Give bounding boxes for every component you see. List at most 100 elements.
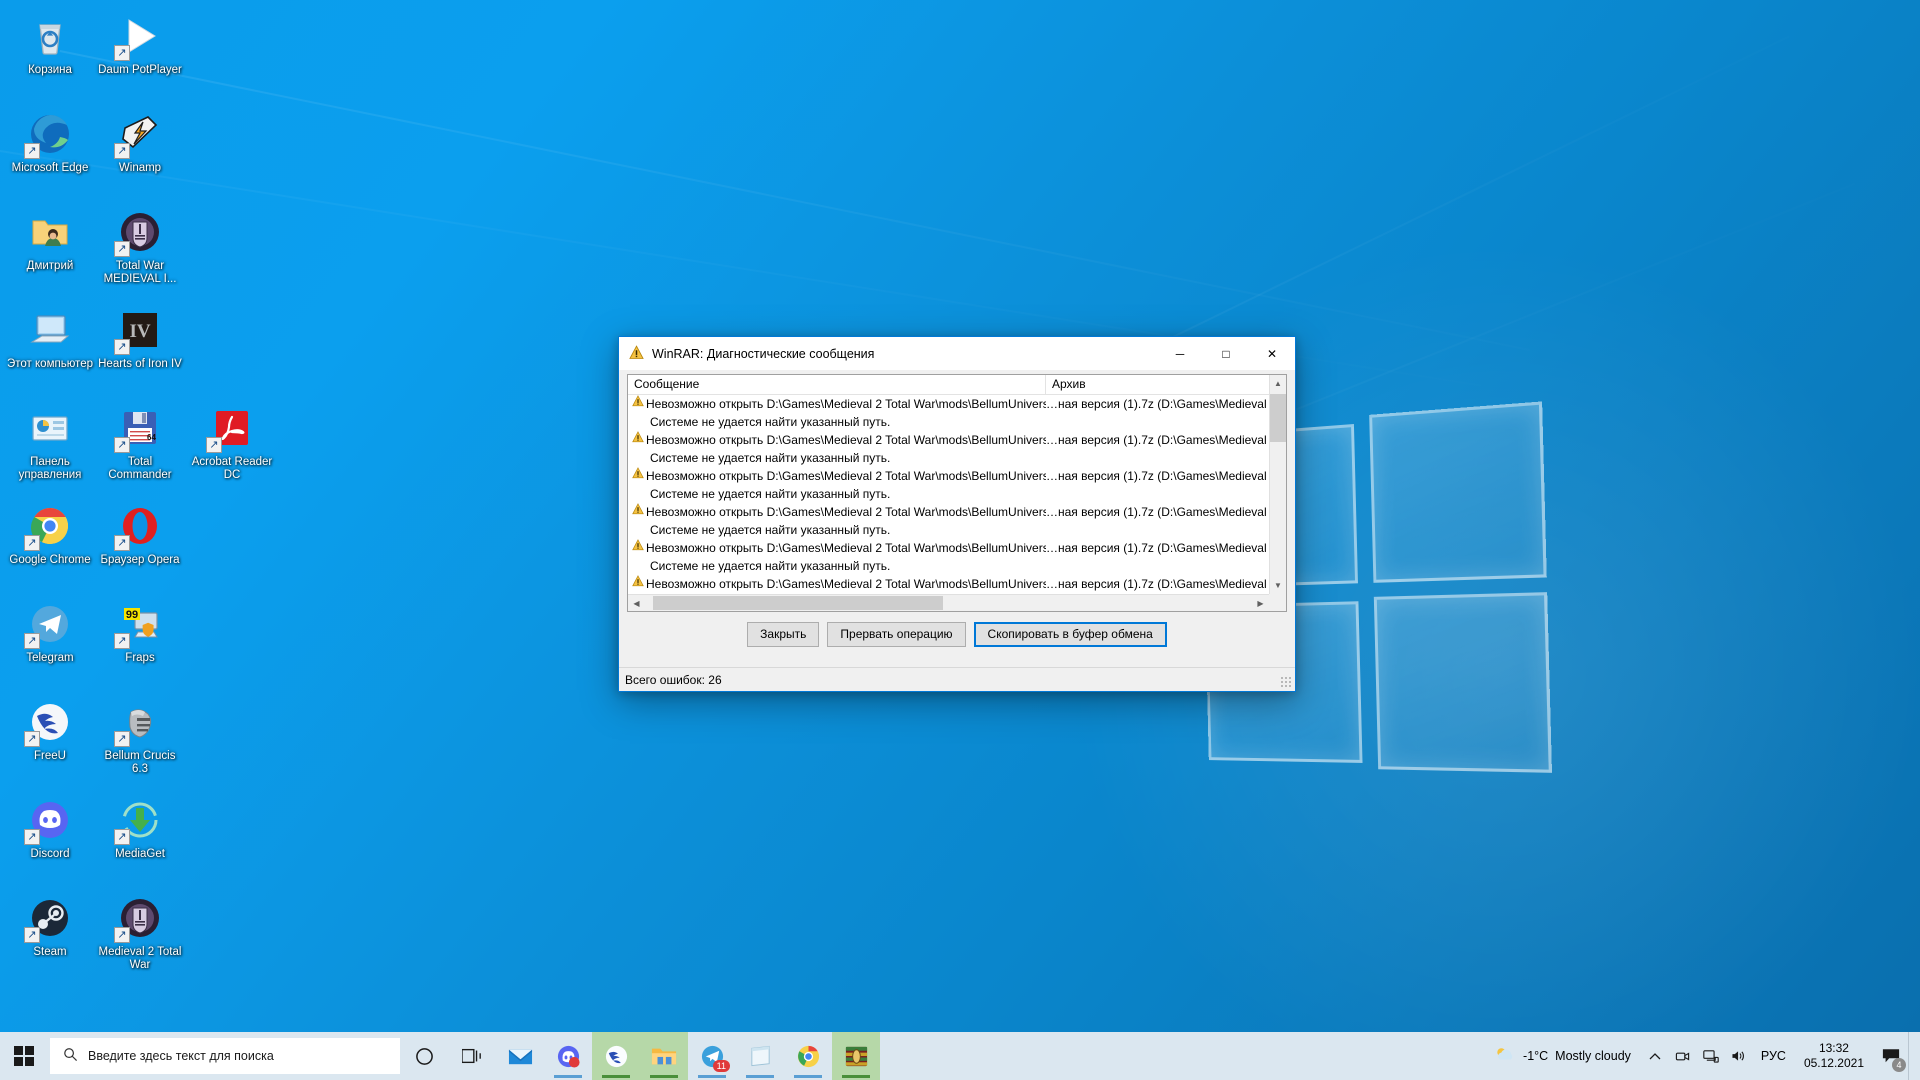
desktop-icon-hearts-of-iron-iv[interactable]: IV ↗ Hearts of Iron IV [96, 300, 184, 398]
scroll-right-icon[interactable]: ▶ [1252, 595, 1269, 611]
error-row[interactable]: Невозможно открыть D:\Games\Medieval 2 T… [628, 395, 1269, 431]
taskbar-search-box[interactable]: Введите здесь текст для поиска [50, 1038, 400, 1074]
desktop-icon-discord[interactable]: ↗ Discord [6, 790, 94, 888]
desktop-icon-telegram[interactable]: ↗ Telegram [6, 594, 94, 692]
vertical-scrollbar[interactable]: ▲ ▼ [1269, 375, 1286, 594]
telegram-badge: 11 [712, 1060, 730, 1072]
desktop-icon-total-commander[interactable]: 64 ↗ Total Commander [96, 398, 184, 496]
taskbar-notepad-icon[interactable] [736, 1032, 784, 1080]
vertical-scroll-track[interactable] [1270, 392, 1286, 577]
cortana-icon[interactable] [400, 1032, 448, 1080]
taskbar-file-explorer-icon[interactable] [640, 1032, 688, 1080]
horizontal-scroll-thumb[interactable] [653, 596, 943, 610]
desktop-icon-label: Discord [30, 848, 70, 860]
freeu-icon: ↗ [24, 698, 74, 747]
weather-widget[interactable]: -1°C Mostly cloudy [1484, 1032, 1641, 1080]
desktop-icon-user-folder[interactable]: Дмитрий [6, 202, 94, 300]
camera-privacy-icon[interactable] [1669, 1032, 1697, 1080]
start-button[interactable] [0, 1032, 48, 1080]
clock-widget[interactable]: 13:32 05.12.2021 [1794, 1032, 1874, 1080]
desktop-icon-medieval-2-total-war[interactable]: ↗ Medieval 2 Total War [96, 888, 184, 986]
desktop[interactable]: Корзина ↗ Daum PotPlayer ↗ Microsoft Edg… [0, 0, 1920, 1080]
scroll-up-icon[interactable]: ▲ [1270, 375, 1286, 392]
fraps-icon: 99 ↗ [114, 600, 164, 649]
shortcut-overlay-icon: ↗ [114, 535, 130, 551]
taskbar-discord-icon[interactable] [544, 1032, 592, 1080]
chevron-up-icon[interactable] [1641, 1032, 1669, 1080]
desktop-icon-total-war-medieval[interactable]: ↗ Total War MEDIEVAL I... [96, 202, 184, 300]
desktop-icon-label: Steam [33, 946, 67, 958]
close-dialog-button[interactable]: Закрыть [747, 621, 820, 647]
desktop-icon-label: Total War MEDIEVAL I... [103, 260, 177, 285]
error-row-main: Невозможно открыть D:\Games\Medieval 2 T… [628, 431, 1269, 449]
partly-cloudy-icon [1494, 1046, 1516, 1067]
desktop-icon-label: Этот компьютер [7, 358, 93, 370]
error-row[interactable]: Невозможно открыть D:\Games\Medieval 2 T… [628, 539, 1269, 575]
horizontal-scrollbar[interactable]: ◀ ▶ [628, 594, 1269, 611]
error-list-scroll-area[interactable]: Невозможно открыть D:\Games\Medieval 2 T… [628, 395, 1286, 611]
language-indicator[interactable]: РУС [1753, 1032, 1794, 1080]
desktop-icon-winamp[interactable]: ↗ Winamp [96, 104, 184, 202]
discord-icon: ↗ [24, 796, 74, 845]
network-icon[interactable] [1697, 1032, 1725, 1080]
desktop-icon-this-pc[interactable]: Этот компьютер [6, 300, 94, 398]
taskbar-winrar-icon[interactable] [832, 1032, 880, 1080]
show-desktop-button[interactable] [1908, 1032, 1916, 1080]
error-archive-text: …ная версия (1).7z (D:\Games\Medieval 2 … [1046, 397, 1269, 411]
close-button[interactable]: ✕ [1249, 337, 1295, 370]
notification-icon[interactable]: 4 [1874, 1032, 1908, 1080]
column-header-message[interactable]: Сообщение [628, 375, 1046, 394]
desktop-icon-label: Fraps [125, 652, 155, 664]
abort-operation-button[interactable]: Прервать операцию [827, 621, 966, 647]
desktop-icon-label: Medieval 2 Total War [98, 946, 182, 971]
resize-grip[interactable] [1280, 676, 1292, 688]
desktop-icon-acrobat-reader[interactable]: ↗ Acrobat Reader DC [188, 398, 276, 496]
winrar-diagnostic-dialog[interactable]: WinRAR: Диагностические сообщения ─ □ ✕ … [618, 336, 1296, 692]
taskbar-chrome-icon[interactable] [784, 1032, 832, 1080]
column-header-archive[interactable]: Архив [1046, 375, 1286, 394]
search-icon [63, 1047, 78, 1065]
desktop-icon-control-panel[interactable]: Панель управления [6, 398, 94, 496]
bellum-crucis-icon: ↗ [114, 698, 164, 747]
error-message-text: Невозможно открыть D:\Games\Medieval 2 T… [646, 469, 1046, 483]
desktop-icon-microsoft-edge[interactable]: ↗ Microsoft Edge [6, 104, 94, 202]
volume-icon[interactable] [1725, 1032, 1753, 1080]
desktop-icon-fraps[interactable]: 99 ↗ Fraps [96, 594, 184, 692]
dialog-titlebar[interactable]: WinRAR: Диагностические сообщения ─ □ ✕ [619, 337, 1295, 370]
scroll-left-icon[interactable]: ◀ [628, 595, 645, 611]
weather-temperature: -1°C [1523, 1049, 1549, 1063]
vertical-scroll-thumb[interactable] [1270, 394, 1286, 442]
wallpaper-light-streak [59, 50, 1530, 352]
desktop-icon-label: Acrobat Reader DC [191, 456, 273, 481]
control-panel-icon [26, 404, 74, 452]
taskbar[interactable]: Введите здесь текст для поиска 11 -1°C M… [0, 1032, 1920, 1080]
edge-icon: ↗ [24, 110, 74, 159]
error-detail-text: Системе не удается найти указанный путь. [650, 559, 891, 573]
task-view-icon[interactable] [448, 1032, 496, 1080]
minimize-button[interactable]: ─ [1157, 337, 1203, 370]
desktop-icon-steam[interactable]: ↗ Steam [6, 888, 94, 986]
desktop-icon-google-chrome[interactable]: ↗ Google Chrome [6, 496, 94, 594]
taskbar-freeu-icon[interactable] [592, 1032, 640, 1080]
desktop-icon-daum-potplayer[interactable]: ↗ Daum PotPlayer [96, 6, 184, 104]
horizontal-scroll-track[interactable] [645, 595, 1252, 611]
desktop-icon-mediaget[interactable]: ↗ MediaGet [96, 790, 184, 888]
error-message-text: Невозможно открыть D:\Games\Medieval 2 T… [646, 505, 1046, 519]
desktop-icon-opera[interactable]: ↗ Браузер Opera [96, 496, 184, 594]
desktop-icon-bellum-crucis[interactable]: ↗ Bellum Crucis 6.3 [96, 692, 184, 790]
error-archive-text: …ная версия (1).7z (D:\Games\Medieval 2 … [1046, 469, 1269, 483]
copy-to-clipboard-button[interactable]: Скопировать в буфер обмена [973, 621, 1167, 647]
error-row[interactable]: Невозможно открыть D:\Games\Medieval 2 T… [628, 431, 1269, 467]
error-list-frame[interactable]: Сообщение Архив Невозможно открыть D:\Ga… [627, 374, 1287, 612]
scroll-down-icon[interactable]: ▼ [1270, 577, 1286, 594]
error-row[interactable]: Невозможно открыть D:\Games\Medieval 2 T… [628, 503, 1269, 539]
taskbar-mail-icon[interactable] [496, 1032, 544, 1080]
shortcut-overlay-icon: ↗ [24, 633, 40, 649]
error-row[interactable]: Невозможно открыть D:\Games\Medieval 2 T… [628, 467, 1269, 503]
desktop-icon-recycle-bin[interactable]: Корзина [6, 6, 94, 104]
warning-icon [628, 431, 646, 449]
telegram-icon: ↗ [24, 600, 74, 649]
taskbar-telegram-icon[interactable]: 11 [688, 1032, 736, 1080]
desktop-icon-freeu[interactable]: ↗ FreeU [6, 692, 94, 790]
maximize-button[interactable]: □ [1203, 337, 1249, 370]
